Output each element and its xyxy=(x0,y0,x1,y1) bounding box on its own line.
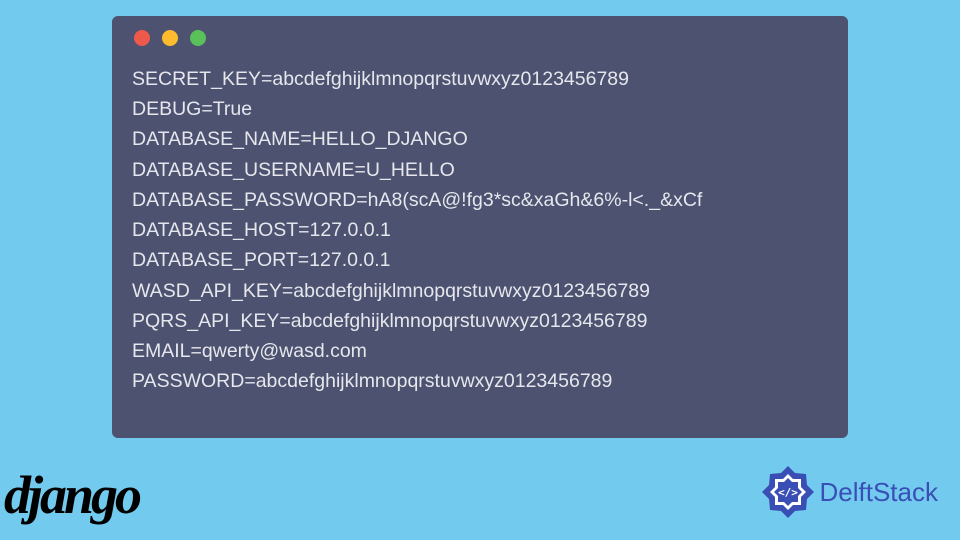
maximize-icon[interactable] xyxy=(190,30,206,46)
svg-text:</>: </> xyxy=(778,486,798,499)
django-logo: django xyxy=(4,464,139,526)
window-controls xyxy=(134,30,828,46)
delftstack-logo: </> DelftStack xyxy=(760,464,939,520)
minimize-icon[interactable] xyxy=(162,30,178,46)
env-file-content: SECRET_KEY=abcdefghijklmnopqrstuvwxyz012… xyxy=(132,64,828,396)
delftstack-icon: </> xyxy=(760,464,816,520)
close-icon[interactable] xyxy=(134,30,150,46)
terminal-window: SECRET_KEY=abcdefghijklmnopqrstuvwxyz012… xyxy=(112,16,848,438)
delftstack-label: DelftStack xyxy=(820,477,939,508)
